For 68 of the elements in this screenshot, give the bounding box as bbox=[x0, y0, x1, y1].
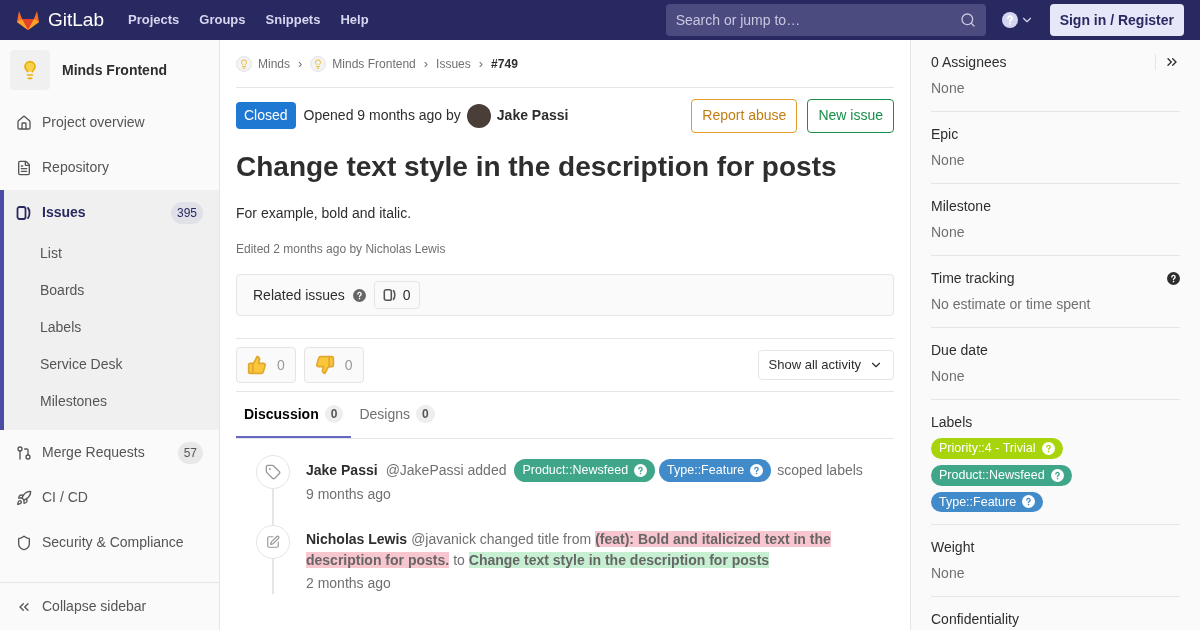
edited-text: Edited 2 months ago by Nicholas Lewis bbox=[236, 241, 447, 258]
section-title: Due date bbox=[931, 340, 988, 360]
sidebar-subitem[interactable]: Milestones bbox=[4, 383, 219, 420]
note-text: to bbox=[453, 552, 465, 568]
section-title: Time tracking bbox=[931, 268, 1015, 288]
breadcrumb-separator: › bbox=[423, 54, 429, 73]
section-value: None bbox=[931, 79, 966, 98]
note-text: scoped labels bbox=[777, 461, 863, 480]
project-name[interactable]: Minds Frontend bbox=[62, 59, 167, 81]
breadcrumb-link[interactable]: #749 bbox=[491, 54, 518, 73]
section-title: Confidentiality bbox=[931, 609, 1019, 629]
search-field[interactable]: Search or jump to… bbox=[665, 4, 986, 36]
section-value: None bbox=[931, 564, 966, 584]
issue-count-badge: 0 bbox=[373, 281, 420, 309]
note-text: @JakePassi added bbox=[385, 461, 507, 480]
author-link[interactable]: Jake Passi bbox=[496, 105, 569, 126]
sidebar-item[interactable]: Security & Compliance bbox=[0, 520, 219, 565]
sidebar-item[interactable]: CI / CD bbox=[0, 475, 219, 520]
new-issue-button[interactable]: New issue bbox=[807, 98, 894, 133]
count-badge: 0 bbox=[324, 405, 344, 423]
issue-title: Change text style in the description for posts bbox=[236, 151, 838, 183]
opened-text: Opened 9 months ago by bbox=[303, 106, 461, 125]
breadcrumb-link[interactable]: Minds Frontend bbox=[332, 54, 416, 73]
note-time: 9 months ago bbox=[306, 485, 392, 504]
issue-description: For example, bold and italic. bbox=[236, 204, 413, 223]
sidebar-item[interactable]: Issues 395 bbox=[4, 190, 219, 235]
brand-name[interactable]: GitLab bbox=[48, 5, 104, 35]
section-title: Labels bbox=[931, 412, 973, 432]
sidebar-item[interactable]: Merge Requests 57 bbox=[0, 430, 219, 475]
collapse-sidebar-button[interactable]: Collapse sidebar bbox=[0, 582, 219, 630]
section-title: 0 Assignees bbox=[931, 52, 1007, 72]
tab[interactable]: Designs 0 bbox=[351, 392, 443, 438]
nav-link[interactable]: Help bbox=[340, 10, 369, 30]
tab[interactable]: Discussion 0 bbox=[236, 392, 352, 438]
related-issues-title: Related issues bbox=[253, 285, 345, 305]
sidebar-item[interactable]: Project overview bbox=[0, 100, 219, 145]
section-value: None bbox=[931, 223, 966, 242]
count-badge: 0 bbox=[416, 405, 435, 423]
label-badge[interactable]: Type::Feature bbox=[931, 491, 1044, 513]
count-badge: 57 bbox=[177, 441, 203, 464]
nav-link[interactable]: Groups bbox=[199, 10, 246, 30]
section-value: No estimate or time spent bbox=[931, 295, 1092, 314]
section-title: Milestone bbox=[931, 196, 991, 216]
status-badge: Closed bbox=[236, 102, 296, 129]
section-value: None bbox=[931, 151, 966, 170]
activity-filter-dropdown[interactable]: Show all activity bbox=[757, 350, 894, 380]
breadcrumb-separator: › bbox=[478, 54, 484, 73]
breadcrumb-link[interactable]: Issues bbox=[436, 54, 471, 73]
section-title: Weight bbox=[931, 537, 975, 557]
author-link[interactable]: Nicholas Lewis bbox=[306, 531, 408, 547]
new-title: Change text style in the description for posts bbox=[468, 552, 770, 568]
nav-link[interactable]: Snippets bbox=[265, 10, 321, 30]
author-link[interactable]: Jake Passi bbox=[306, 460, 378, 481]
note-text: @javanick changed title from bbox=[411, 531, 592, 547]
label-badge[interactable]: Type::Feature bbox=[659, 459, 772, 482]
sign-in-button[interactable]: Sign in / Register bbox=[1049, 4, 1184, 36]
section-title: Epic bbox=[931, 124, 959, 144]
breadcrumb-link[interactable]: Minds bbox=[258, 54, 290, 73]
count-badge: 395 bbox=[170, 201, 203, 224]
sidebar-subitem[interactable]: Labels bbox=[4, 309, 219, 346]
breadcrumb-separator: › bbox=[298, 54, 303, 73]
sidebar-subitem[interactable]: Boards bbox=[4, 272, 219, 309]
sidebar-subitem[interactable]: Service Desk bbox=[4, 346, 219, 383]
sidebar-subitem[interactable]: List bbox=[4, 235, 219, 272]
nav-link[interactable]: Projects bbox=[128, 10, 180, 30]
section-value: None bbox=[931, 367, 966, 386]
note-time: 2 months ago bbox=[306, 574, 392, 593]
sidebar-item[interactable]: Repository bbox=[0, 145, 219, 190]
